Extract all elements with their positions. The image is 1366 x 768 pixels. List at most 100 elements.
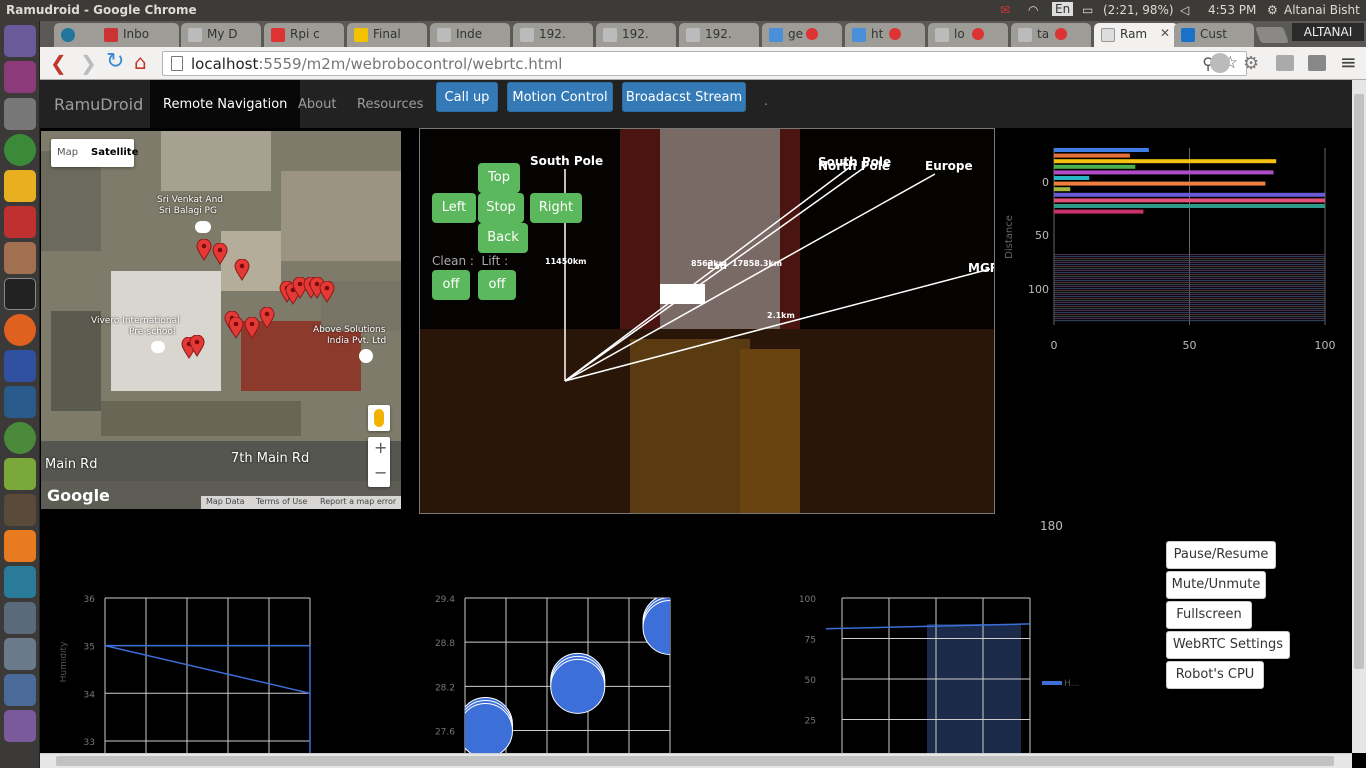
- vertical-scroll-thumb[interactable]: [1354, 94, 1364, 669]
- app-icon-4[interactable]: [4, 710, 36, 742]
- map-marker-pin-icon[interactable]: [196, 238, 212, 261]
- zoom-in-button[interactable]: +: [374, 438, 387, 457]
- profile-button[interactable]: ALTANAI: [1292, 23, 1364, 41]
- tab-ip-3[interactable]: 192.: [679, 23, 759, 47]
- google-map[interactable]: Map Satellite Sri Venkat And Sri Balagi …: [41, 131, 401, 509]
- menu-icon[interactable]: ≡: [1340, 50, 1357, 74]
- fullscreen-button[interactable]: Fullscreen: [1166, 601, 1252, 629]
- street-view-pegman-icon[interactable]: [368, 405, 390, 431]
- map-marker-pin-icon[interactable]: [212, 242, 228, 265]
- tab-ge[interactable]: ge: [762, 23, 842, 47]
- report-map-error-link[interactable]: Report a map error: [320, 497, 396, 506]
- nav-about[interactable]: About: [298, 97, 336, 112]
- mail-icon[interactable]: ✉: [1000, 3, 1010, 17]
- right-button[interactable]: Right: [530, 193, 582, 223]
- extension-gear-icon[interactable]: ⚙: [1243, 53, 1259, 74]
- battery-icon[interactable]: ▭: [1082, 3, 1093, 17]
- horizontal-scrollbar[interactable]: [40, 753, 1352, 768]
- extension-icon-3[interactable]: [1308, 55, 1326, 71]
- sublime-icon[interactable]: [4, 494, 36, 526]
- nav-remote-navigation[interactable]: Remote Navigation: [150, 80, 301, 128]
- close-tab-icon[interactable]: ✕: [1160, 26, 1170, 40]
- tab-inbox[interactable]: Inbo: [97, 23, 179, 47]
- tab-rpi[interactable]: Rpi c: [264, 23, 344, 47]
- back-button[interactable]: Back: [478, 223, 528, 253]
- map-data-link[interactable]: Map Data: [206, 497, 245, 506]
- terms-link[interactable]: Terms of Use: [256, 497, 307, 506]
- tab-my-drive[interactable]: My D: [181, 23, 261, 47]
- android-icon[interactable]: [4, 458, 36, 490]
- files-icon[interactable]: [4, 61, 36, 93]
- terminal-icon[interactable]: [4, 278, 36, 310]
- extension-icon-2[interactable]: [1276, 55, 1294, 71]
- text-editor-icon[interactable]: [4, 98, 36, 130]
- map-marker-pin-icon[interactable]: [234, 258, 250, 281]
- map-marker-pin-icon[interactable]: [228, 316, 244, 339]
- eclipse-icon[interactable]: [4, 350, 36, 382]
- settings-gear-icon[interactable]: ⚙: [1267, 3, 1278, 17]
- app-icon-2[interactable]: [4, 638, 36, 670]
- vlc-icon[interactable]: [4, 530, 36, 562]
- broadcast-stream-button[interactable]: Broadacst Stream: [622, 82, 746, 112]
- tab-ip-2[interactable]: 192.: [596, 23, 676, 47]
- firefox-icon[interactable]: [4, 314, 36, 346]
- volume-icon[interactable]: ◁: [1180, 3, 1189, 17]
- map-marker-pin-icon[interactable]: [259, 306, 275, 329]
- battery-text[interactable]: (2:21, 98%): [1103, 3, 1174, 17]
- mute-unmute-button[interactable]: Mute/Unmute: [1166, 571, 1266, 599]
- tab-final[interactable]: Final: [347, 23, 427, 47]
- tab-ta[interactable]: ta: [1011, 23, 1091, 47]
- map-marker-pin-icon[interactable]: [244, 316, 260, 339]
- gmail-icon[interactable]: [4, 206, 36, 238]
- top-button[interactable]: Top: [478, 163, 520, 193]
- archive-icon[interactable]: [4, 242, 36, 274]
- dash-icon[interactable]: [4, 25, 36, 57]
- tab-index[interactable]: Inde: [430, 23, 510, 47]
- clean-toggle[interactable]: off: [432, 270, 470, 300]
- home-icon[interactable]: ⌂: [134, 50, 147, 74]
- mysql-icon[interactable]: [4, 386, 36, 418]
- new-tab-button[interactable]: [1255, 27, 1289, 43]
- motion-control-button[interactable]: Motion Control: [507, 82, 613, 112]
- clock[interactable]: 4:53 PM: [1208, 3, 1256, 17]
- extension-icon-1[interactable]: [1210, 53, 1230, 73]
- language-indicator[interactable]: En: [1052, 2, 1074, 16]
- stop-button[interactable]: Stop: [478, 193, 524, 223]
- idea-icon[interactable]: [4, 170, 36, 202]
- map-label: Sri Venkat And: [157, 195, 224, 205]
- tab-lo[interactable]: lo: [928, 23, 1008, 47]
- address-bar[interactable]: localhost:5559/m2m/webrobocontrol/webrtc…: [162, 51, 1247, 76]
- arduino-icon[interactable]: [4, 566, 36, 598]
- lift-toggle[interactable]: off: [478, 270, 516, 300]
- zoom-out-button[interactable]: −: [374, 463, 387, 482]
- robot-video-stream[interactable]: South Pole South Pole North Pole Europe …: [419, 128, 995, 514]
- map-type-map[interactable]: Map: [57, 147, 78, 158]
- android-studio-icon[interactable]: [4, 422, 36, 454]
- user-name[interactable]: Altanai Bisht: [1284, 3, 1360, 17]
- forward-arrow-icon[interactable]: ❯: [80, 51, 97, 75]
- google-logo[interactable]: Google: [47, 486, 110, 505]
- map-marker-pin-icon[interactable]: [189, 334, 205, 357]
- map-type-satellite[interactable]: Satellite: [91, 147, 138, 158]
- y-tick-label: 100: [1028, 283, 1049, 296]
- tab-ip-1[interactable]: 192.: [513, 23, 593, 47]
- tab-ht[interactable]: ht: [845, 23, 925, 47]
- chrome-icon[interactable]: [4, 134, 36, 166]
- vertical-scrollbar[interactable]: [1352, 80, 1366, 753]
- tab-ramudroid[interactable]: Ram ✕: [1094, 23, 1178, 47]
- wifi-icon[interactable]: ◠: [1028, 3, 1038, 17]
- tab-cust[interactable]: Cust: [1174, 23, 1254, 47]
- map-marker-pin-icon[interactable]: [319, 280, 335, 303]
- pause-resume-button[interactable]: Pause/Resume: [1166, 541, 1276, 569]
- left-button[interactable]: Left: [432, 193, 476, 223]
- reload-icon[interactable]: ↻: [106, 49, 124, 74]
- app-icon-3[interactable]: [4, 674, 36, 706]
- call-up-button[interactable]: Call up: [436, 82, 498, 112]
- app-icon-1[interactable]: [4, 602, 36, 634]
- brand[interactable]: RamuDroid: [54, 95, 143, 114]
- webrtc-settings-button[interactable]: WebRTC Settings: [1166, 631, 1290, 659]
- robots-cpu-button[interactable]: Robot's CPU: [1166, 661, 1264, 689]
- nav-resources[interactable]: Resources: [357, 97, 423, 112]
- back-arrow-icon[interactable]: ❮: [50, 51, 67, 75]
- horizontal-scroll-thumb[interactable]: [56, 756, 1334, 766]
